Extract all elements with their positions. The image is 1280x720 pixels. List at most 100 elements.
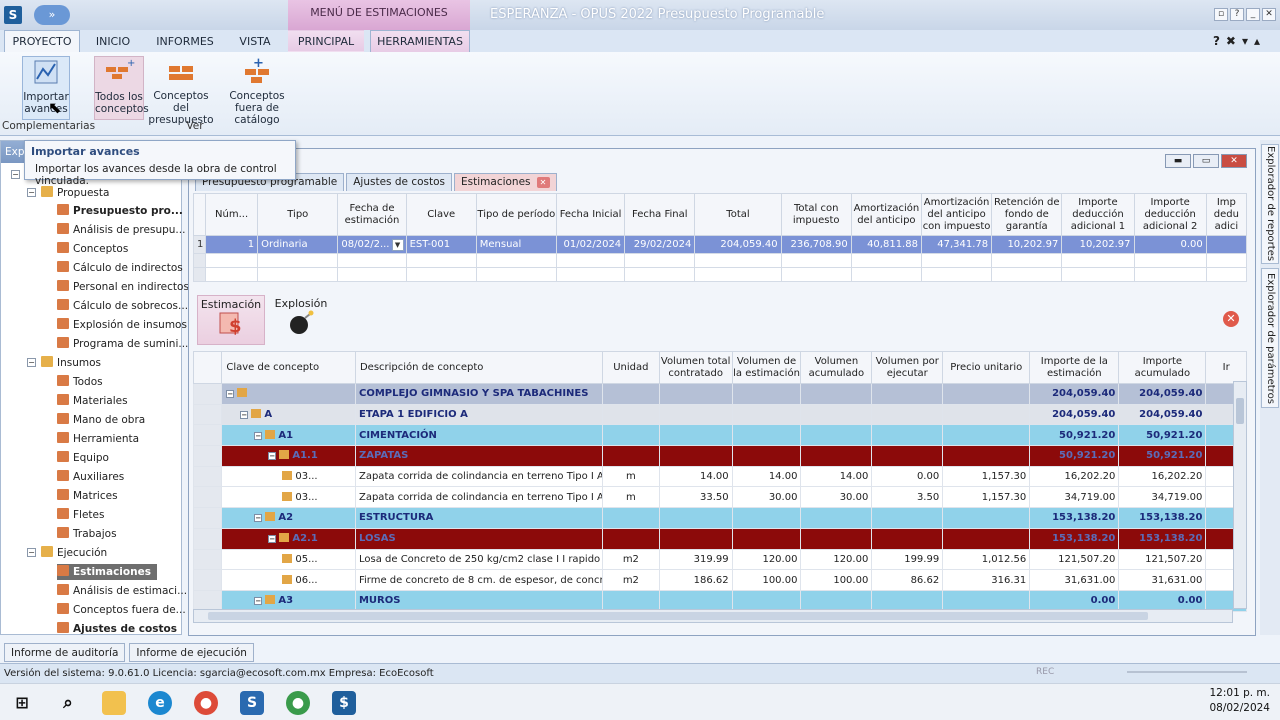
row-selector[interactable]	[192, 589, 223, 612]
scroll-thumb[interactable]	[1236, 398, 1244, 424]
cell-vt[interactable]: 186.62	[658, 569, 733, 591]
col-header[interactable]: Fecha Final	[624, 193, 696, 236]
mdi-restore-button[interactable]: ▭	[1193, 154, 1219, 168]
col-header[interactable]: Retención de fondo de garantía	[991, 193, 1063, 236]
cell-unidad[interactable]: m2	[602, 569, 660, 591]
cell-ia[interactable]: 34,719.00	[1118, 486, 1207, 509]
tree-item[interactable]: Cálculo de indirectos	[57, 260, 183, 276]
col-header[interactable]: Tipo de período	[475, 193, 557, 236]
quick-access-button[interactable]: »	[34, 5, 70, 25]
cell-vp[interactable]	[871, 424, 944, 447]
col-header[interactable]: Amortización del anticipo con impuesto	[920, 193, 993, 236]
cell-vt[interactable]	[658, 403, 733, 426]
cell-desc[interactable]: ETAPA 1 EDIFICIO A	[354, 403, 604, 426]
cell-vp[interactable]: 3.50	[871, 486, 944, 509]
col-header[interactable]: Tipo	[257, 193, 339, 236]
tree-item[interactable]: Mano de obra	[57, 412, 145, 428]
chrome-profile-icon[interactable]: ●	[286, 691, 310, 715]
cell-vt[interactable]	[658, 424, 733, 447]
cell-ie[interactable]: 34,719.00	[1029, 486, 1120, 509]
cell-fecha-final[interactable]: 29/02/2024	[624, 235, 696, 254]
cell-ve[interactable]	[731, 445, 802, 467]
cell-desc[interactable]: Zapata corrida de colindancia en terreno…	[354, 486, 604, 509]
col-header[interactable]: Clave de concepto	[221, 351, 356, 384]
cell-ia[interactable]: 31,631.00	[1118, 569, 1207, 591]
cell-ve[interactable]	[731, 424, 802, 447]
all-concepts-button[interactable]: + Todos los conceptos	[94, 56, 149, 120]
cell-vt[interactable]: 14.00	[658, 465, 733, 488]
cell-periodo[interactable]: Mensual	[475, 235, 557, 254]
close-window-button[interactable]: ✕	[1262, 8, 1276, 21]
tree-item[interactable]: Conceptos fuera de...	[57, 602, 186, 618]
col-header[interactable]: Importe de la estimación	[1029, 351, 1120, 384]
tree-item[interactable]: Auxiliares	[57, 469, 124, 485]
tab-ajustes-costos[interactable]: Ajustes de costos	[346, 173, 453, 191]
tree-item[interactable]: Explosión de insumos	[57, 317, 187, 333]
cell-vp[interactable]	[871, 445, 944, 467]
tree-group-expander[interactable]: −	[27, 548, 36, 557]
cell-ve[interactable]	[731, 507, 802, 529]
cell-vp[interactable]	[871, 527, 944, 550]
row-selector[interactable]	[192, 548, 223, 571]
parameter-explorer-tab[interactable]: Explorador de parámetros	[1261, 268, 1279, 408]
chrome-browser-icon[interactable]: ●	[194, 691, 218, 715]
import-progress-button[interactable]: Importar avances	[22, 56, 70, 120]
tab-principal[interactable]: PRINCIPAL	[288, 30, 364, 52]
tree-group-expander[interactable]: −	[27, 188, 36, 197]
tree-item[interactable]: Matrices	[57, 488, 118, 504]
cell-desc[interactable]: ESTRUCTURA	[354, 507, 604, 529]
cell-ia[interactable]: 204,059.40	[1118, 383, 1207, 405]
cell-unidad[interactable]: m2	[602, 548, 660, 571]
row-selector[interactable]	[192, 383, 223, 405]
cell-ie[interactable]: 121,507.20	[1029, 548, 1120, 571]
cell-va[interactable]: 30.00	[800, 486, 873, 509]
report-explorer-tab[interactable]: Explorador de reportes	[1261, 144, 1279, 264]
cell-desc[interactable]: COMPLEJO GIMNASIO Y SPA TABACHINES	[354, 383, 604, 405]
cell-pu[interactable]	[942, 507, 1031, 529]
col-header[interactable]: Importe deducción adicional 1	[1061, 193, 1135, 236]
cell-total-impuesto[interactable]: 236,708.90	[780, 235, 852, 254]
cell-num[interactable]: 1	[205, 235, 259, 254]
cell-ie[interactable]: 31,631.00	[1029, 569, 1120, 591]
cell-ve[interactable]: 100.00	[731, 569, 802, 591]
cell-vt[interactable]	[658, 589, 733, 612]
tree-item[interactable]: Materiales	[57, 393, 128, 409]
cell-pu[interactable]	[942, 383, 1031, 405]
cell-deduccion-2[interactable]: 0.00	[1133, 235, 1207, 254]
cell-pu[interactable]	[942, 424, 1031, 447]
cell-va[interactable]: 100.00	[800, 569, 873, 591]
col-header[interactable]: Imp dedu adici	[1205, 193, 1248, 236]
cell-vp[interactable]: 199.99	[871, 548, 944, 571]
cell-ia[interactable]: 153,138.20	[1118, 507, 1207, 529]
cell-ia[interactable]: 204,059.40	[1118, 403, 1207, 426]
cell-clave[interactable]: EST-001	[405, 235, 477, 254]
tab-vista[interactable]: VISTA	[228, 30, 282, 52]
cell-ia[interactable]: 0.00	[1118, 589, 1207, 612]
help-window-button[interactable]: ?	[1230, 8, 1244, 21]
concept-key-cell[interactable]: − A1.1	[221, 445, 356, 467]
date-dropdown-icon[interactable]: ▼	[391, 239, 404, 251]
audit-report-tab[interactable]: Informe de auditoría	[4, 643, 126, 662]
cell-vt[interactable]	[658, 527, 733, 550]
col-header[interactable]: Volumen total contratado	[658, 351, 733, 384]
concept-key-cell[interactable]: − A2.1	[221, 527, 356, 550]
execution-report-tab[interactable]: Informe de ejecución	[129, 643, 254, 662]
cell-unidad[interactable]: m	[602, 486, 660, 509]
cell-pu[interactable]	[942, 403, 1031, 426]
cell-pu[interactable]: 1,012.56	[942, 548, 1031, 571]
cell-ie[interactable]: 50,921.20	[1029, 424, 1120, 447]
mdi-minimize-button[interactable]: ▬	[1165, 154, 1191, 168]
col-header[interactable]: Total con impuesto	[780, 193, 852, 236]
cell-vt[interactable]: 319.99	[658, 548, 733, 571]
out-of-catalog-button[interactable]: + Conceptos fuera de catálogo	[218, 56, 296, 126]
col-header[interactable]: Núm...	[205, 193, 259, 236]
row-expander[interactable]: −	[254, 597, 263, 606]
cell-ve[interactable]	[731, 527, 802, 550]
concept-key-cell[interactable]: 03...	[221, 486, 356, 509]
cell-ia[interactable]: 50,921.20	[1118, 445, 1207, 467]
tree-item[interactable]: Insumos	[41, 355, 101, 371]
cell-vt[interactable]	[658, 383, 733, 405]
tree-item[interactable]: Propuesta	[41, 185, 109, 201]
cell-pu[interactable]: 316.31	[942, 569, 1031, 591]
cell-ve[interactable]	[731, 403, 802, 426]
